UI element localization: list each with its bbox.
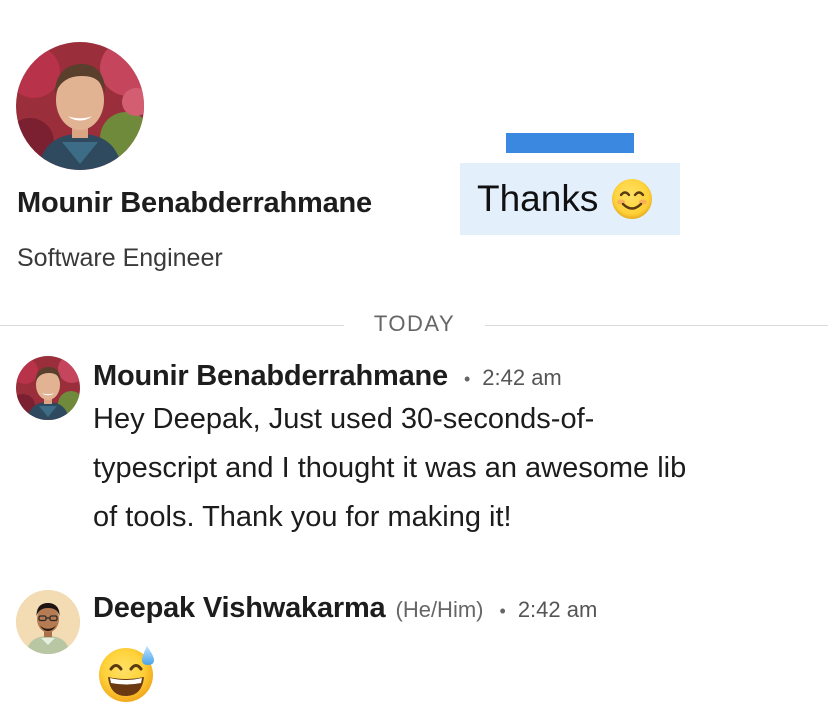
- message-header: Mounir Benabderrahmane • 2:42 am: [93, 360, 562, 393]
- avatar-photo: [16, 356, 80, 420]
- divider-line-right: [485, 325, 828, 326]
- message-time: 2:42 am: [482, 365, 562, 390]
- profile-avatar[interactable]: [16, 42, 144, 170]
- message-sender[interactable]: Mounir Benabderrahmane: [93, 360, 448, 393]
- message-line: typescript and I thought it was an aweso…: [93, 452, 687, 484]
- avatar-photo: [16, 590, 80, 654]
- message-avatar[interactable]: [16, 590, 80, 654]
- message-line: Hey Deepak, Just used 30-seconds-of-: [93, 403, 595, 435]
- smiling-face-icon: [612, 179, 653, 219]
- thanks-text: Thanks: [477, 178, 599, 219]
- highlighted-message-box: Thanks: [460, 163, 680, 235]
- date-divider-label: TODAY: [373, 311, 456, 336]
- divider-line-left: [0, 325, 344, 326]
- message-header: Deepak Vishwakarma (He/Him) • 2:42 am: [93, 592, 597, 625]
- grinning-sweat-icon: [97, 644, 157, 704]
- profile-name[interactable]: Mounir Benabderrahmane: [17, 187, 372, 220]
- highlight-bar: [506, 133, 634, 153]
- message-avatar[interactable]: [16, 356, 80, 420]
- separator-dot: •: [463, 369, 471, 389]
- message-pronouns: (He/Him): [395, 597, 484, 622]
- avatar-photo: [16, 42, 144, 170]
- separator-dot: •: [499, 601, 506, 621]
- message-sender[interactable]: Deepak Vishwakarma: [93, 592, 386, 625]
- message-line: of tools. Thank you for making it!: [93, 501, 512, 533]
- message-body: Hey Deepak, Just used 30-seconds-of- typ…: [93, 395, 793, 542]
- message-time: 2:42 am: [517, 597, 598, 622]
- profile-headline: Software Engineer: [17, 244, 223, 272]
